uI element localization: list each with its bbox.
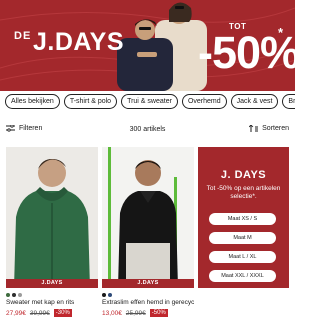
price-current: 13,00€ bbox=[102, 309, 122, 317]
product-name[interactable]: Extraslim effen hemd in gerecycl... bbox=[102, 299, 194, 306]
swatch-grey[interactable] bbox=[18, 292, 22, 297]
size-button-m[interactable]: Maat M bbox=[209, 232, 276, 244]
chip-alles-bekijken[interactable]: Alles bekijken bbox=[5, 94, 60, 109]
product-prices: 13,00€ 25,99€ -50% bbox=[102, 309, 194, 317]
product-card[interactable]: J.DAYS Extraslim effen hemd in gerecycl.… bbox=[102, 147, 194, 317]
price-original: 39,99€ bbox=[29, 309, 50, 317]
swatch-black[interactable] bbox=[102, 292, 106, 297]
product-image[interactable]: J.DAYS bbox=[102, 147, 194, 288]
chip-trui-sweater[interactable]: Trui & sweater bbox=[121, 94, 178, 109]
product-badge: J.DAYS bbox=[6, 279, 98, 288]
discount-badge: -30% bbox=[53, 309, 72, 317]
size-button-xs-s[interactable]: Maat XS / S bbox=[209, 213, 276, 225]
chip-tshirt-polo[interactable]: T-shirt & polo bbox=[63, 94, 118, 109]
product-image[interactable]: J.DAYS bbox=[6, 147, 98, 288]
banner-prefix: DE bbox=[14, 30, 32, 42]
color-swatches bbox=[102, 292, 194, 297]
promo-text: Tot -50% op een artikelen selectie*. bbox=[206, 185, 281, 200]
swatch-black[interactable] bbox=[12, 292, 16, 297]
promo-title: J. DAYS bbox=[220, 169, 267, 181]
chip-overhemd[interactable]: Overhemd bbox=[181, 94, 227, 109]
price-original: 25,99€ bbox=[125, 309, 146, 317]
discount-badge: -50% bbox=[149, 309, 168, 317]
product-prices: 27,99€ 39,99€ -30% bbox=[6, 309, 98, 317]
banner-asterisk: * bbox=[278, 25, 284, 40]
sort-icon bbox=[249, 125, 259, 132]
sort-button[interactable]: Sorteren bbox=[249, 125, 289, 132]
chip-jack-vest[interactable]: Jack & vest bbox=[230, 94, 279, 109]
promo-tile: J. DAYS Tot -50% op een artikelen select… bbox=[198, 147, 289, 288]
swatch-green[interactable] bbox=[6, 292, 10, 297]
chip-broek-jeans[interactable]: Broek & jeans bbox=[282, 94, 295, 109]
size-button-xxl-xxxl[interactable]: Maat XXL / XXXL bbox=[209, 270, 276, 282]
color-swatches bbox=[6, 292, 98, 297]
size-button-l-xl[interactable]: Maat L / XL bbox=[209, 251, 276, 263]
banner-title: J.DAYS bbox=[33, 28, 125, 56]
sort-label: Sorteren bbox=[262, 125, 289, 132]
price-current: 27,99€ bbox=[6, 309, 26, 317]
product-badge: J.DAYS bbox=[102, 279, 194, 288]
list-toolbar: Filteren 300 artikels Sorteren bbox=[0, 122, 295, 140]
category-chips: Alles bekijken T-shirt & polo Trui & swe… bbox=[0, 94, 295, 112]
promo-banner[interactable]: DE J.DAYS TOT -50% * bbox=[0, 0, 295, 91]
swatch-navy[interactable] bbox=[108, 292, 112, 297]
product-name[interactable]: Sweater met kap en rits bbox=[6, 299, 98, 306]
product-photo-hoodie bbox=[6, 147, 98, 288]
product-card[interactable]: J.DAYS Sweater met kap en rits 27,99€ 39… bbox=[6, 147, 98, 317]
product-photo-shirt bbox=[102, 147, 194, 288]
